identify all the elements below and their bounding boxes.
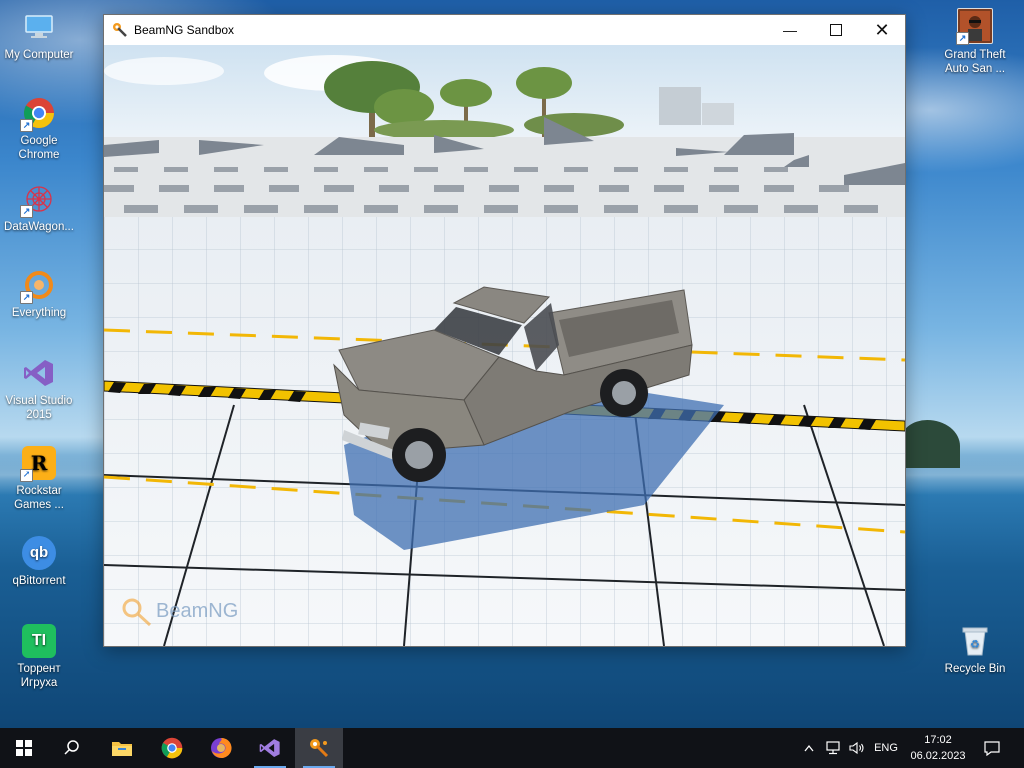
desktop-icon-label: Торрент Игруха: [17, 663, 61, 689]
desktop-icon-label: Everything: [11, 307, 67, 319]
start-button[interactable]: [0, 728, 48, 768]
desktop-icon-visual-studio[interactable]: Visual Studio 2015: [1, 356, 77, 422]
notification-icon: [984, 740, 1000, 756]
close-icon: ✕: [874, 19, 890, 40]
shortcut-arrow-icon: ↗: [20, 119, 33, 132]
gta-san-andreas-icon: ↗: [956, 8, 993, 45]
desktop-icon-my-computer[interactable]: My Computer: [1, 10, 77, 62]
shortcut-arrow-icon: ↗: [20, 291, 33, 304]
language-indicator[interactable]: ENG: [870, 728, 902, 768]
desktop-icon-datawagon[interactable]: ↗ DataWagon...: [1, 182, 77, 234]
clock-time: 17:02: [924, 734, 952, 746]
maximize-button[interactable]: [813, 15, 859, 45]
everything-icon: ↗: [20, 268, 56, 304]
desktop: My Computer ↗ Google Chrome ↗ DataWagon.…: [0, 0, 1024, 728]
windows-icon: [16, 740, 32, 756]
desktop-icon-label: Rockstar Games ...: [14, 485, 64, 511]
qbittorrent-icon: qb: [22, 536, 56, 570]
visual-studio-icon: [259, 739, 280, 757]
firefox-icon: [211, 737, 232, 758]
notifications-button[interactable]: [978, 728, 1006, 768]
taskbar: ENG 17:02 06.02.2023: [0, 728, 1024, 768]
distant-building: [659, 87, 701, 125]
speaker-icon: [849, 741, 864, 755]
chrome-icon: [161, 737, 183, 759]
beamng-window[interactable]: BeamNG Sandbox — ✕ BeamNG: [103, 14, 906, 647]
clock-date: 06.02.2023: [910, 750, 966, 762]
beamng-app-icon: [310, 739, 329, 758]
desktop-icon-everything[interactable]: ↗ Everything: [1, 268, 77, 320]
taskbar-chrome[interactable]: [148, 728, 196, 768]
desktop-icon-label: My Computer: [4, 49, 74, 61]
search-icon: [64, 740, 79, 755]
maximize-icon: [830, 24, 842, 36]
window-titlebar[interactable]: BeamNG Sandbox — ✕: [104, 15, 905, 45]
window-title: BeamNG Sandbox: [134, 23, 235, 37]
volume-button[interactable]: [846, 728, 868, 768]
desktop-icon-rockstar[interactable]: R ↗ Rockstar Games ...: [1, 446, 77, 512]
desktop-icon-label: Recycle Bin: [944, 663, 1006, 675]
desktop-icon-label: Grand Theft Auto San ...: [944, 49, 1006, 75]
desktop-icon-label: qBittorrent: [12, 575, 66, 587]
distant-building: [702, 103, 734, 125]
desktop-icon-torrent-igruha[interactable]: TI Торрент Игруха: [1, 624, 77, 690]
folder-icon: [112, 742, 132, 756]
taskbar-firefox[interactable]: [197, 728, 245, 768]
beamng-app-icon: [112, 22, 128, 38]
cloud: [104, 57, 224, 85]
minimize-button[interactable]: —: [767, 15, 813, 45]
taskbar-beamng[interactable]: [295, 728, 343, 768]
recycle-bin-icon: ♻: [958, 624, 992, 658]
close-button[interactable]: ✕: [859, 15, 905, 45]
language-label: ENG: [874, 742, 898, 754]
chevron-up-icon: [804, 744, 814, 752]
datawagon-icon: ↗: [20, 182, 56, 218]
svg-text:♻: ♻: [970, 638, 980, 651]
shortcut-arrow-icon: ↗: [20, 469, 33, 482]
game-viewport[interactable]: BeamNG: [104, 45, 905, 646]
network-icon: [826, 741, 840, 755]
shortcut-arrow-icon: ↗: [956, 32, 969, 45]
visual-studio-icon: [22, 356, 56, 390]
computer-icon: [22, 10, 56, 44]
beamng-watermark-text: BeamNG: [156, 600, 238, 622]
minimize-icon: —: [783, 22, 797, 38]
network-button[interactable]: [822, 728, 844, 768]
show-hidden-icons-button[interactable]: [800, 728, 818, 768]
desktop-icon-qbittorrent[interactable]: qb qBittorrent: [1, 536, 77, 588]
desktop-icon-label: Google Chrome: [18, 135, 60, 161]
shortcut-arrow-icon: ↗: [20, 205, 33, 218]
game-scene: BeamNG: [104, 45, 905, 646]
torrent-igruha-icon: TI: [22, 624, 56, 658]
rockstar-icon: R ↗: [20, 446, 56, 482]
wallpaper-island: [900, 420, 960, 468]
desktop-icon-google-chrome[interactable]: ↗ Google Chrome: [1, 96, 77, 162]
search-button[interactable]: [48, 728, 96, 768]
desktop-icon-label: Visual Studio 2015: [5, 395, 73, 421]
desktop-icon-label: DataWagon...: [4, 221, 74, 233]
desktop-icon-gta-san-andreas[interactable]: ↗ Grand Theft Auto San ...: [937, 8, 1013, 76]
taskbar-clock[interactable]: 17:02 06.02.2023: [905, 732, 971, 764]
taskbar-visual-studio[interactable]: [246, 728, 294, 768]
taskbar-file-explorer[interactable]: [98, 728, 146, 768]
chrome-icon: ↗: [20, 96, 56, 132]
desktop-icon-recycle-bin[interactable]: ♻ Recycle Bin: [937, 624, 1013, 676]
